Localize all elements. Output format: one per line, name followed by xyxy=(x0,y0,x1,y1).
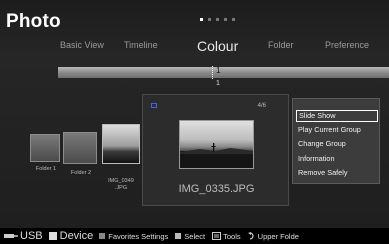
favorites-settings-button[interactable]: Favorites Settings xyxy=(99,232,168,241)
photo-thumbnail[interactable] xyxy=(102,124,140,164)
upper-folder-button[interactable]: Upper Folde xyxy=(247,231,299,241)
enter-button-icon xyxy=(175,233,182,239)
page-dot xyxy=(208,18,211,21)
favorites-settings-label: Favorites Settings xyxy=(108,231,169,241)
select-label: Select xyxy=(184,231,206,241)
preview-image xyxy=(179,120,254,169)
preview-filename: IMG_0335.JPG xyxy=(178,183,255,195)
view-tabs: Basic View Timeline Colour Folder Prefer… xyxy=(0,34,389,56)
menu-item-information[interactable]: Information xyxy=(296,153,378,165)
folder-label: Folder 1 xyxy=(35,166,57,172)
device-label: Device xyxy=(59,230,94,242)
tab-basic-view[interactable]: Basic View xyxy=(60,34,104,56)
context-menu: Slide Show Play Current Group Change Gro… xyxy=(292,98,380,184)
bottom-help-bar: USB Device Favorites Settings Select Too… xyxy=(0,228,389,244)
tab-folder[interactable]: Folder xyxy=(268,34,294,56)
folder-label: Folder 2 xyxy=(70,170,92,176)
select-button[interactable]: Select xyxy=(175,232,205,241)
return-icon xyxy=(247,232,254,240)
page-dot xyxy=(224,18,227,21)
tab-colour[interactable]: Colour xyxy=(197,34,238,58)
tools-icon xyxy=(212,232,222,240)
folder-thumbnail[interactable] xyxy=(63,132,97,164)
photo-count: 4/6 xyxy=(257,103,266,109)
page-dot xyxy=(216,18,219,21)
usb-icon xyxy=(4,234,18,238)
usb-indicator[interactable]: USB xyxy=(4,230,43,242)
usb-label: USB xyxy=(20,230,43,242)
menu-item-slide-show[interactable]: Slide Show xyxy=(296,110,378,122)
folder-thumbnail[interactable] xyxy=(30,134,60,162)
page-dot-active xyxy=(200,18,203,21)
sort-bar-marker[interactable] xyxy=(212,66,213,79)
photo-browser-screen: Photo Basic View Timeline Colour Folder … xyxy=(0,0,389,244)
device-button[interactable]: Device xyxy=(48,230,94,242)
menu-item-remove-safely[interactable]: Remove Safely xyxy=(296,167,378,179)
tab-timeline[interactable]: Timeline xyxy=(124,34,158,56)
page-indicator xyxy=(200,18,235,21)
photo-preview-card[interactable]: 4/6 IMG_0335.JPG xyxy=(142,94,289,206)
sort-bar[interactable] xyxy=(58,67,389,78)
photo-type-icon xyxy=(151,103,157,108)
menu-item-change-group[interactable]: Change Group xyxy=(296,138,378,150)
green-button-icon xyxy=(99,233,106,239)
app-title: Photo xyxy=(6,11,61,32)
photo-thumbnail-label: IMG_0349 .JPG xyxy=(108,178,134,191)
sort-bar-value: 1 xyxy=(216,66,221,75)
menu-item-play-current-group[interactable]: Play Current Group xyxy=(296,124,378,136)
upper-folder-label: Upper Folde xyxy=(257,231,299,241)
page-dot xyxy=(232,18,235,21)
tools-label: Tools xyxy=(223,231,241,241)
tools-button[interactable]: Tools xyxy=(212,232,241,241)
sort-bar-value-below: 1 xyxy=(216,80,220,87)
tab-preference[interactable]: Preference xyxy=(325,34,369,56)
device-square-icon xyxy=(48,232,57,240)
